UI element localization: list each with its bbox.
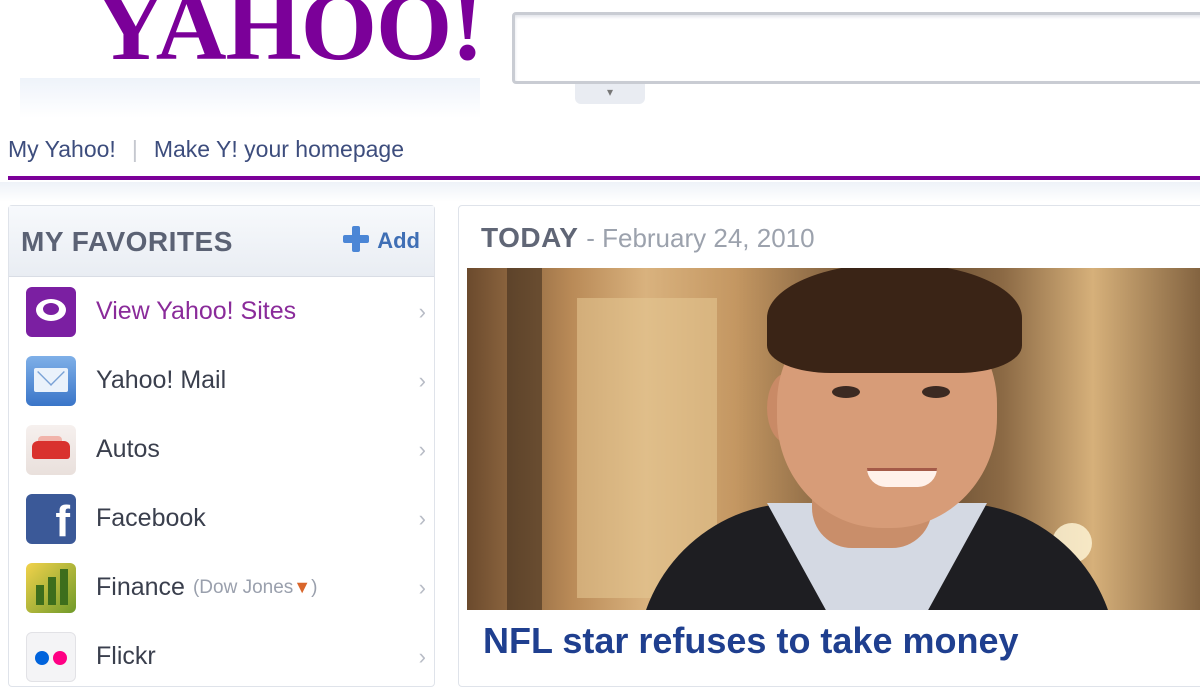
add-label: Add — [377, 228, 420, 253]
dow-jones-label: (Dow Jones — [192, 576, 294, 598]
plus-icon — [343, 226, 370, 252]
chevron-right-icon: › — [418, 299, 426, 324]
featured-headline-link[interactable]: NFL star refuses to take money — [483, 620, 1019, 662]
today-header: TODAY - February 24, 2010 — [481, 222, 815, 254]
chevron-right-icon: › — [418, 575, 426, 600]
yahoo-logo[interactable]: YAHOO! — [95, 0, 484, 76]
sidebar-item-label: Autos — [96, 435, 160, 463]
car-icon — [26, 424, 76, 475]
link-separator: | — [131, 136, 138, 162]
my-yahoo-link[interactable]: My Yahoo! — [8, 136, 116, 162]
sidebar-item-mail[interactable]: Yahoo! Mail › — [9, 346, 434, 415]
favorites-header: MY FAVORITES Add — [9, 206, 434, 277]
make-homepage-link[interactable]: Make Y! your homepage — [154, 136, 404, 162]
featured-photo[interactable] — [467, 268, 1200, 610]
sidebar-item-finance[interactable]: Finance (Dow Jones▼) › — [9, 553, 434, 622]
chevron-right-icon: › — [418, 368, 426, 393]
sidebar-item-label: Yahoo! Mail — [96, 366, 227, 394]
finance-icon — [26, 562, 76, 613]
sidebar-item-label: Flickr — [96, 642, 156, 670]
chevron-right-icon: › — [418, 437, 426, 462]
sidebar-item-autos[interactable]: Autos › — [9, 415, 434, 484]
yahoo-sites-icon — [26, 286, 76, 337]
top-links: My Yahoo! | Make Y! your homepage — [8, 136, 404, 163]
today-date: - February 24, 2010 — [586, 223, 815, 253]
sidebar-item-label: Finance — [96, 573, 185, 601]
favorites-panel: MY FAVORITES Add View Yahoo! Sites › Yah… — [8, 205, 435, 687]
facebook-icon: f — [26, 493, 76, 544]
dow-jones-indicator: (Dow Jones▼) — [193, 577, 317, 599]
today-module: TODAY - February 24, 2010 NFL star refus… — [458, 205, 1200, 687]
sidebar-item-view-yahoo-sites[interactable]: View Yahoo! Sites › — [9, 277, 434, 346]
mail-icon — [26, 355, 76, 406]
add-favorite-button[interactable]: Add — [343, 226, 420, 254]
down-arrow-icon: ▼ — [293, 576, 312, 597]
header-divider — [8, 176, 1200, 180]
logo-shadow — [20, 78, 480, 118]
chevron-right-icon: › — [418, 644, 426, 669]
header-shadow — [0, 182, 1200, 202]
favorites-title: MY FAVORITES — [21, 226, 233, 257]
flickr-icon — [26, 631, 76, 682]
chevron-right-icon: › — [418, 506, 426, 531]
today-label: TODAY — [481, 222, 579, 253]
sidebar-item-flickr[interactable]: Flickr › — [9, 622, 434, 691]
dow-jones-close: ) — [311, 576, 318, 598]
sidebar-item-label: Facebook — [96, 504, 206, 532]
search-options-tab[interactable]: ▾ — [575, 84, 645, 104]
search-input[interactable] — [512, 12, 1200, 84]
sidebar-item-facebook[interactable]: f Facebook › — [9, 484, 434, 553]
sidebar-item-label: View Yahoo! Sites — [96, 297, 297, 325]
